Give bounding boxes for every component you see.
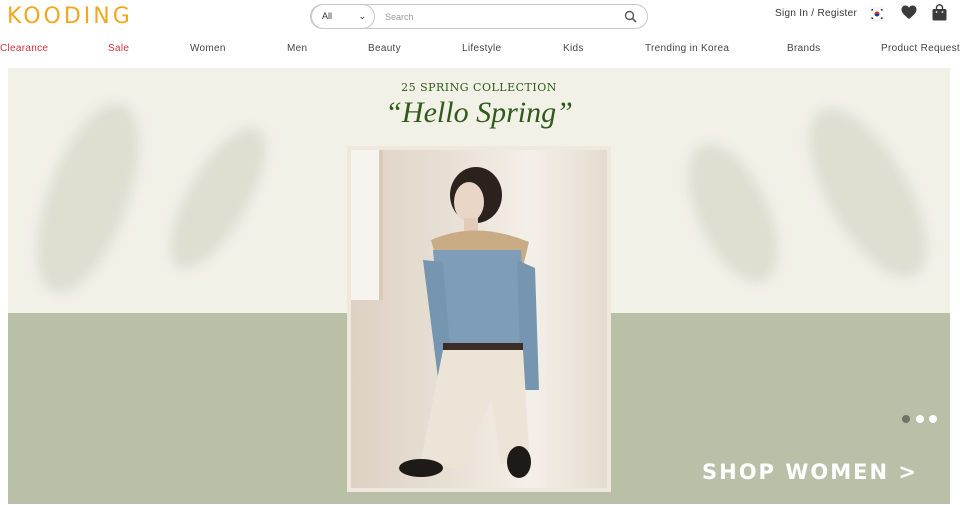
carousel-dot-1[interactable]: [902, 415, 910, 423]
site-logo[interactable]: KOODING: [7, 4, 133, 29]
model-photo-frame: [347, 146, 611, 492]
leaf-shadow-decoration: [669, 130, 797, 296]
search-input[interactable]: [385, 5, 615, 28]
carousel-dot-3[interactable]: [929, 415, 937, 423]
hero-banner[interactable]: 25 SPRING COLLECTION “Hello Spring” SHOP…: [8, 68, 950, 504]
site-header: KOODING All ⌄ Sign In / Register: [0, 0, 960, 36]
signin-register-link[interactable]: Sign In / Register: [775, 8, 857, 19]
nav-item-brands[interactable]: Brands: [787, 43, 821, 54]
collection-eyebrow: 25 SPRING COLLECTION: [401, 81, 557, 94]
model-photo: [351, 150, 607, 488]
model-figure: [399, 167, 539, 478]
nav-item-trending-in-korea[interactable]: Trending in Korea: [645, 43, 729, 54]
nav-item-clearance[interactable]: Clearance: [0, 43, 48, 54]
search-category-value: All: [322, 11, 333, 21]
search-category-select[interactable]: All ⌄: [311, 4, 375, 29]
nav-item-kids[interactable]: Kids: [563, 43, 584, 54]
carousel-dot-2[interactable]: [916, 415, 924, 423]
shop-women-button[interactable]: SHOP WOMEN >: [702, 460, 918, 484]
nav-item-product-request[interactable]: Product Request: [881, 43, 960, 54]
leaf-shadow-decoration: [152, 113, 284, 283]
nav-item-women[interactable]: Women: [190, 43, 226, 54]
korea-flag-icon[interactable]: [870, 7, 884, 21]
main-nav: Clearance Sale Women Men Beauty Lifestyl…: [0, 38, 960, 62]
nav-item-sale[interactable]: Sale: [108, 43, 129, 54]
banner-headline: “Hello Spring”: [385, 96, 573, 129]
shopping-bag-icon[interactable]: [932, 4, 947, 21]
nav-item-men[interactable]: Men: [287, 43, 307, 54]
search-bar: All ⌄: [310, 4, 648, 29]
carousel-dots: [894, 415, 937, 425]
nav-item-beauty[interactable]: Beauty: [368, 43, 401, 54]
heart-icon[interactable]: [901, 5, 917, 20]
search-icon[interactable]: [624, 10, 637, 23]
chevron-down-icon: ⌄: [358, 11, 366, 21]
nav-item-lifestyle[interactable]: Lifestyle: [462, 43, 501, 54]
